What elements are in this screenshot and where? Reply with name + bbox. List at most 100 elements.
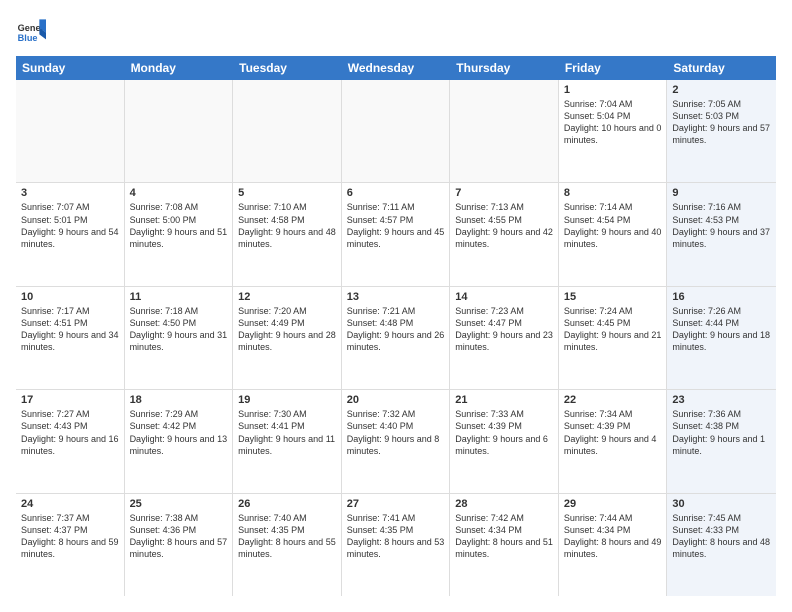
- calendar-row-0: 1 Sunrise: 7:04 AM Sunset: 5:04 PM Daylig…: [16, 80, 776, 183]
- day-number: 19: [238, 394, 336, 406]
- day-info: Sunrise: 7:41 AM Sunset: 4:35 PM Dayligh…: [347, 512, 445, 561]
- calendar-row-3: 17 Sunrise: 7:27 AM Sunset: 4:43 PM Dayli…: [16, 390, 776, 493]
- day-cell-5: 5 Sunrise: 7:10 AM Sunset: 4:58 PM Daylig…: [233, 183, 342, 285]
- day-number: 8: [564, 187, 662, 199]
- day-number: 11: [130, 291, 228, 303]
- empty-cell: [16, 80, 125, 182]
- day-number: 25: [130, 498, 228, 510]
- day-number: 5: [238, 187, 336, 199]
- day-cell-7: 7 Sunrise: 7:13 AM Sunset: 4:55 PM Daylig…: [450, 183, 559, 285]
- day-cell-18: 18Sunrise: 7:29 AM Sunset: 4:42 PM Dayli…: [125, 390, 234, 492]
- day-number: 23: [672, 394, 771, 406]
- day-number: 30: [672, 498, 771, 510]
- day-number: 18: [130, 394, 228, 406]
- day-info: Sunrise: 7:17 AM Sunset: 4:51 PM Dayligh…: [21, 305, 119, 354]
- day-number: 6: [347, 187, 445, 199]
- day-cell-22: 22Sunrise: 7:34 AM Sunset: 4:39 PM Dayli…: [559, 390, 668, 492]
- day-number: 26: [238, 498, 336, 510]
- day-info: Sunrise: 7:44 AM Sunset: 4:34 PM Dayligh…: [564, 512, 662, 561]
- day-info: Sunrise: 7:38 AM Sunset: 4:36 PM Dayligh…: [130, 512, 228, 561]
- day-info: Sunrise: 7:40 AM Sunset: 4:35 PM Dayligh…: [238, 512, 336, 561]
- calendar-row-1: 3 Sunrise: 7:07 AM Sunset: 5:01 PM Daylig…: [16, 183, 776, 286]
- day-cell-11: 11 Sunrise: 7:18 AM Sunset: 4:50 PM Dayli…: [125, 287, 234, 389]
- day-cell-17: 17 Sunrise: 7:27 AM Sunset: 4:43 PM Dayli…: [16, 390, 125, 492]
- day-info: Sunrise: 7:14 AM Sunset: 4:54 PM Dayligh…: [564, 201, 662, 250]
- day-number: 1: [564, 84, 662, 96]
- day-number: 15: [564, 291, 662, 303]
- day-cell-20: 20Sunrise: 7:32 AM Sunset: 4:40 PM Dayli…: [342, 390, 451, 492]
- day-info: Sunrise: 7:37 AM Sunset: 4:37 PM Dayligh…: [21, 512, 119, 561]
- day-info: Sunrise: 7:27 AM Sunset: 4:43 PM Dayligh…: [21, 408, 119, 457]
- day-cell-3: 3 Sunrise: 7:07 AM Sunset: 5:01 PM Daylig…: [16, 183, 125, 285]
- day-cell-6: 6 Sunrise: 7:11 AM Sunset: 4:57 PM Daylig…: [342, 183, 451, 285]
- empty-cell: [450, 80, 559, 182]
- svg-text:Blue: Blue: [18, 33, 38, 43]
- logo: General Blue: [16, 16, 46, 46]
- day-number: 9: [672, 187, 771, 199]
- day-info: Sunrise: 7:45 AM Sunset: 4:33 PM Dayligh…: [672, 512, 771, 561]
- weekday-header-sunday: Sunday: [16, 56, 125, 80]
- day-number: 21: [455, 394, 553, 406]
- day-number: 10: [21, 291, 119, 303]
- day-number: 27: [347, 498, 445, 510]
- day-info: Sunrise: 7:42 AM Sunset: 4:34 PM Dayligh…: [455, 512, 553, 561]
- day-number: 16: [672, 291, 771, 303]
- weekday-header-monday: Monday: [125, 56, 234, 80]
- day-cell-12: 12Sunrise: 7:20 AM Sunset: 4:49 PM Dayli…: [233, 287, 342, 389]
- day-cell-21: 21 Sunrise: 7:33 AM Sunset: 4:39 PM Dayli…: [450, 390, 559, 492]
- day-cell-24: 24Sunrise: 7:37 AM Sunset: 4:37 PM Dayli…: [16, 494, 125, 596]
- day-cell-15: 15 Sunrise: 7:24 AM Sunset: 4:45 PM Dayli…: [559, 287, 668, 389]
- day-info: Sunrise: 7:10 AM Sunset: 4:58 PM Dayligh…: [238, 201, 336, 250]
- calendar-row-4: 24Sunrise: 7:37 AM Sunset: 4:37 PM Dayli…: [16, 494, 776, 596]
- day-info: Sunrise: 7:26 AM Sunset: 4:44 PM Dayligh…: [672, 305, 771, 354]
- day-cell-2: 2 Sunrise: 7:05 AM Sunset: 5:03 PM Daylig…: [667, 80, 776, 182]
- day-info: Sunrise: 7:23 AM Sunset: 4:47 PM Dayligh…: [455, 305, 553, 354]
- day-cell-27: 27 Sunrise: 7:41 AM Sunset: 4:35 PM Dayli…: [342, 494, 451, 596]
- weekday-header-saturday: Saturday: [667, 56, 776, 80]
- weekday-header-thursday: Thursday: [450, 56, 559, 80]
- day-info: Sunrise: 7:24 AM Sunset: 4:45 PM Dayligh…: [564, 305, 662, 354]
- empty-cell: [125, 80, 234, 182]
- day-number: 4: [130, 187, 228, 199]
- day-cell-29: 29Sunrise: 7:44 AM Sunset: 4:34 PM Dayli…: [559, 494, 668, 596]
- day-number: 13: [347, 291, 445, 303]
- day-info: Sunrise: 7:30 AM Sunset: 4:41 PM Dayligh…: [238, 408, 336, 457]
- day-number: 12: [238, 291, 336, 303]
- day-info: Sunrise: 7:18 AM Sunset: 4:50 PM Dayligh…: [130, 305, 228, 354]
- weekday-header-wednesday: Wednesday: [342, 56, 451, 80]
- day-number: 2: [672, 84, 771, 96]
- day-cell-13: 13Sunrise: 7:21 AM Sunset: 4:48 PM Dayli…: [342, 287, 451, 389]
- calendar-header: SundayMondayTuesdayWednesdayThursdayFrid…: [16, 56, 776, 80]
- day-cell-1: 1 Sunrise: 7:04 AM Sunset: 5:04 PM Daylig…: [559, 80, 668, 182]
- day-info: Sunrise: 7:07 AM Sunset: 5:01 PM Dayligh…: [21, 201, 119, 250]
- empty-cell: [342, 80, 451, 182]
- day-cell-25: 25 Sunrise: 7:38 AM Sunset: 4:36 PM Dayli…: [125, 494, 234, 596]
- day-cell-28: 28Sunrise: 7:42 AM Sunset: 4:34 PM Dayli…: [450, 494, 559, 596]
- day-cell-9: 9 Sunrise: 7:16 AM Sunset: 4:53 PM Daylig…: [667, 183, 776, 285]
- day-info: Sunrise: 7:36 AM Sunset: 4:38 PM Dayligh…: [672, 408, 771, 457]
- calendar: SundayMondayTuesdayWednesdayThursdayFrid…: [16, 56, 776, 596]
- day-number: 3: [21, 187, 119, 199]
- day-cell-30: 30 Sunrise: 7:45 AM Sunset: 4:33 PM Dayli…: [667, 494, 776, 596]
- weekday-header-friday: Friday: [559, 56, 668, 80]
- day-number: 22: [564, 394, 662, 406]
- day-cell-19: 19 Sunrise: 7:30 AM Sunset: 4:41 PM Dayli…: [233, 390, 342, 492]
- day-info: Sunrise: 7:32 AM Sunset: 4:40 PM Dayligh…: [347, 408, 445, 457]
- day-info: Sunrise: 7:08 AM Sunset: 5:00 PM Dayligh…: [130, 201, 228, 250]
- day-info: Sunrise: 7:16 AM Sunset: 4:53 PM Dayligh…: [672, 201, 771, 250]
- day-info: Sunrise: 7:13 AM Sunset: 4:55 PM Dayligh…: [455, 201, 553, 250]
- day-cell-14: 14Sunrise: 7:23 AM Sunset: 4:47 PM Dayli…: [450, 287, 559, 389]
- day-number: 17: [21, 394, 119, 406]
- day-cell-10: 10 Sunrise: 7:17 AM Sunset: 4:51 PM Dayli…: [16, 287, 125, 389]
- day-info: Sunrise: 7:04 AM Sunset: 5:04 PM Dayligh…: [564, 98, 662, 147]
- day-number: 7: [455, 187, 553, 199]
- day-cell-16: 16 Sunrise: 7:26 AM Sunset: 4:44 PM Dayli…: [667, 287, 776, 389]
- day-info: Sunrise: 7:05 AM Sunset: 5:03 PM Dayligh…: [672, 98, 771, 147]
- day-info: Sunrise: 7:33 AM Sunset: 4:39 PM Dayligh…: [455, 408, 553, 457]
- empty-cell: [233, 80, 342, 182]
- day-info: Sunrise: 7:11 AM Sunset: 4:57 PM Dayligh…: [347, 201, 445, 250]
- day-cell-4: 4 Sunrise: 7:08 AM Sunset: 5:00 PM Daylig…: [125, 183, 234, 285]
- calendar-row-2: 10 Sunrise: 7:17 AM Sunset: 4:51 PM Dayli…: [16, 287, 776, 390]
- day-cell-23: 23 Sunrise: 7:36 AM Sunset: 4:38 PM Dayli…: [667, 390, 776, 492]
- weekday-header-tuesday: Tuesday: [233, 56, 342, 80]
